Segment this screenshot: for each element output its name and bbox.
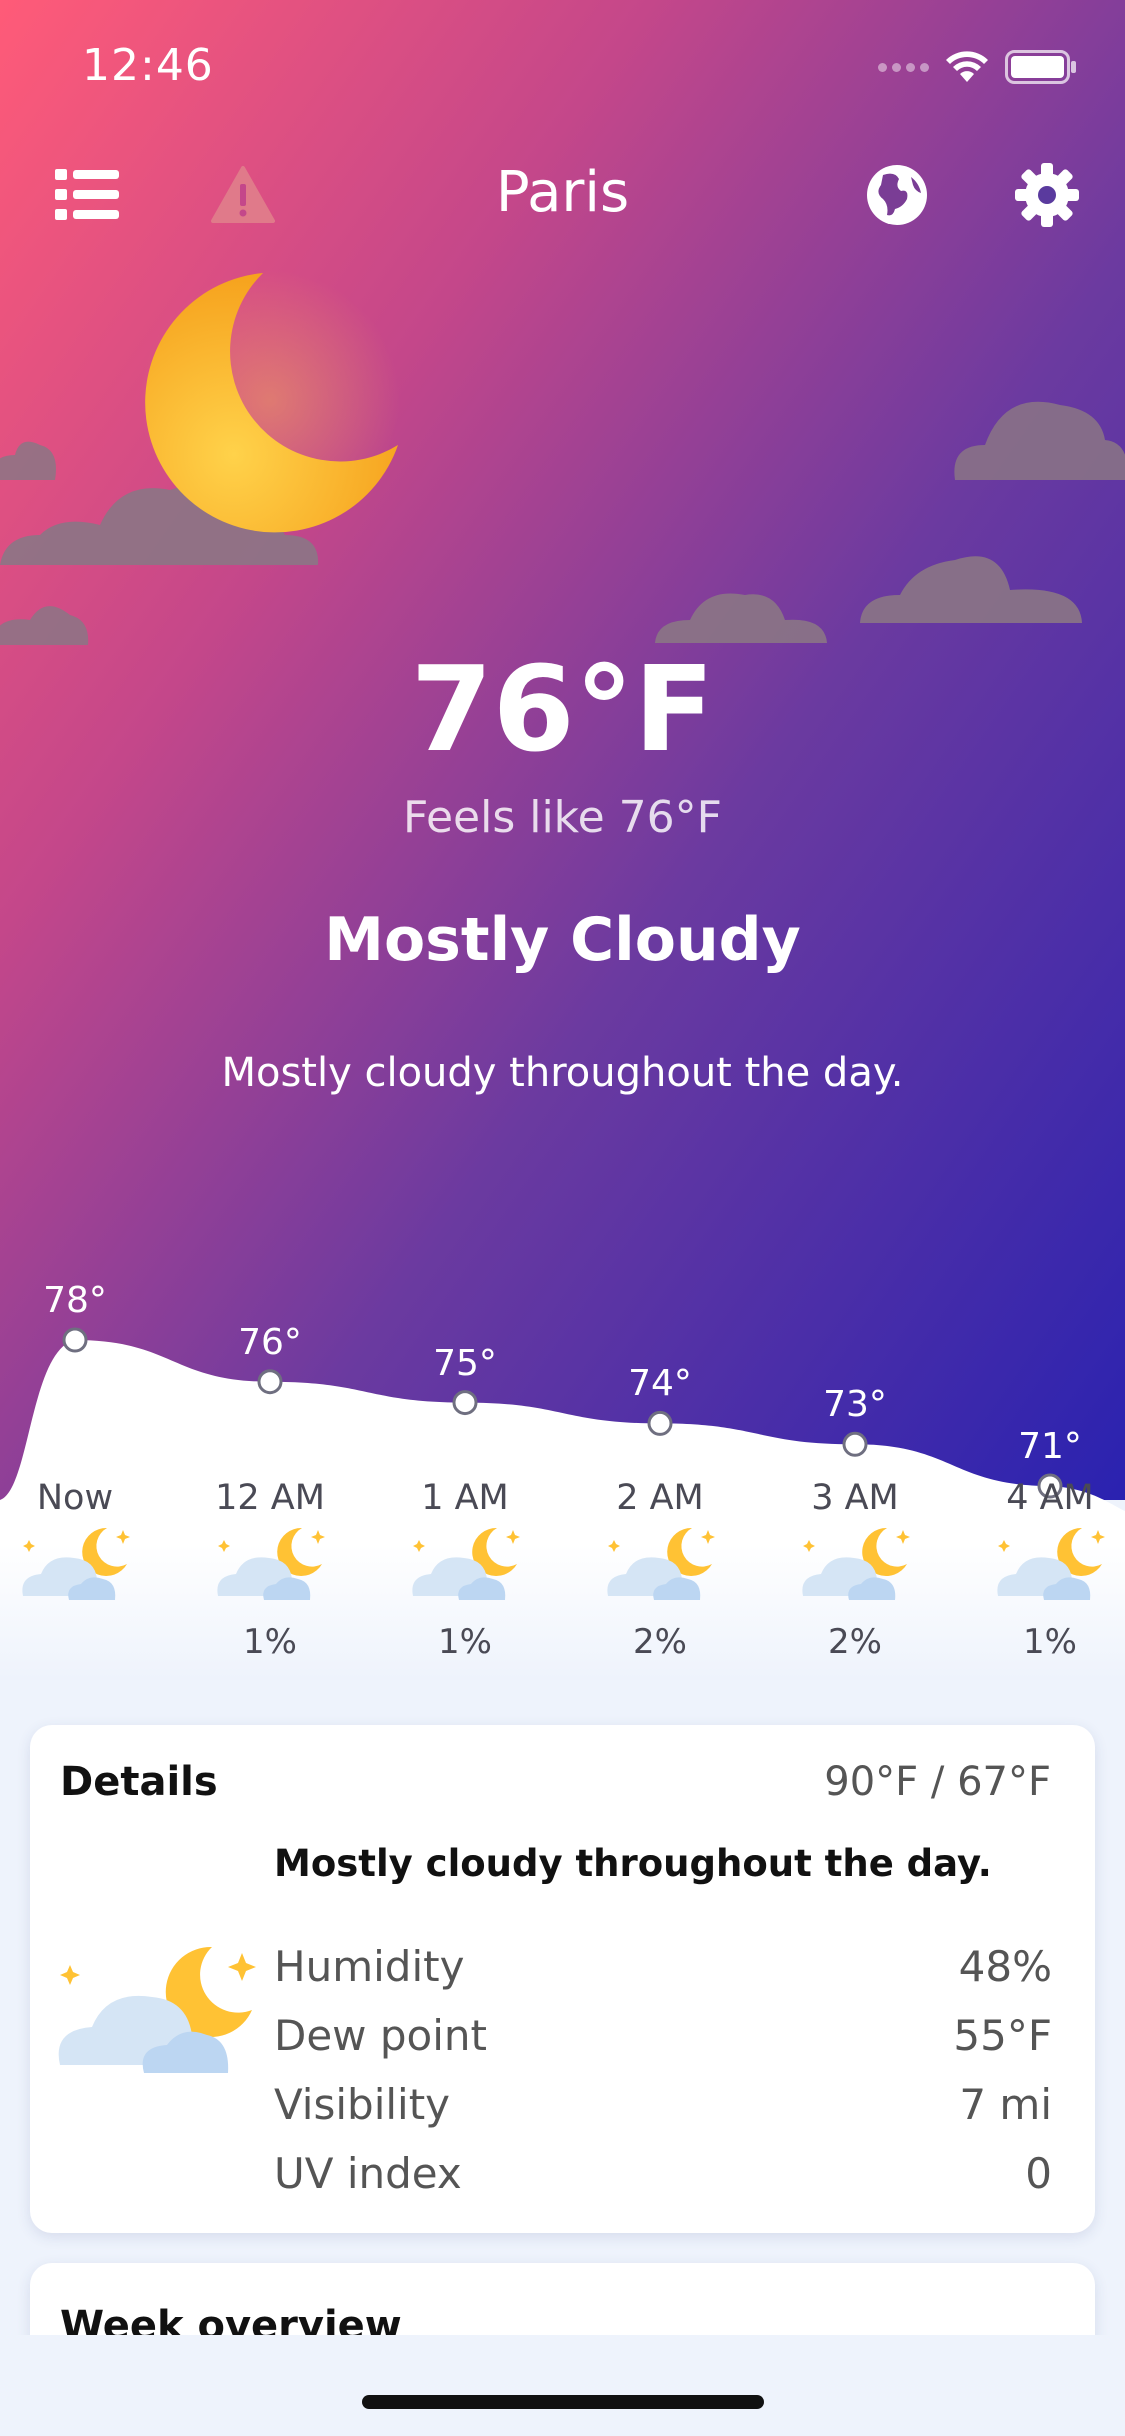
details-card[interactable]: Details 90°F / 67°F Mostly cloudy throug… [30,1725,1095,2233]
precipitation-chance: 1% [243,1622,297,1662]
partly-cloudy-night-icon [760,1524,950,1606]
hourly-temp-point [257,1369,283,1395]
detail-row-uv-index: UV index 0 [274,2149,1052,2198]
hourly-temp-label: 75° [433,1342,497,1384]
details-title: Details [60,1759,218,1805]
current-temperature: 76°F [410,640,715,778]
detail-value: 48% [958,1942,1052,1991]
current-condition: Mostly Cloudy [324,905,801,975]
globe-button[interactable] [862,160,932,230]
settings-button[interactable] [1012,160,1082,230]
globe-icon [867,165,927,225]
hourly-item[interactable]: 1 AM 1% [370,1478,560,1662]
partly-cloudy-night-icon [0,1524,170,1606]
home-indicator[interactable] [362,2395,764,2409]
detail-row-dew-point: Dew point 55°F [274,2011,1052,2060]
detail-label: Humidity [274,1942,465,1991]
hourly-temp-label: 73° [823,1384,887,1426]
weather-screen: 12:46 Paris 76°F Feels like 76°F Mostly … [0,0,1125,2436]
hourly-temp-label: 74° [628,1363,692,1405]
detail-label: UV index [274,2149,462,2198]
detail-label: Dew point [274,2011,487,2060]
cloud-decoration [655,593,827,643]
hourly-item[interactable]: 3 AM 2% [760,1478,950,1662]
hourly-time: 4 AM [1006,1478,1094,1518]
current-summary: Mostly cloudy throughout the day. [221,1050,904,1096]
precipitation-chance: 1% [438,1622,492,1662]
hourly-time: 1 AM [421,1478,509,1518]
hourly-temp-point [647,1410,673,1436]
city-title[interactable]: Paris [0,160,1125,225]
hourly-temp-point [62,1327,88,1353]
moon-icon [140,270,400,533]
detail-row-humidity: Humidity 48% [274,1942,1052,1991]
feels-like: Feels like 76°F [403,792,722,843]
hourly-temp-label: 76° [238,1321,302,1363]
hourly-item[interactable]: 12 AM 1% [175,1478,365,1662]
cloud-decoration [954,401,1125,480]
signal-icon [878,62,929,72]
hourly-temp-point [842,1431,868,1457]
precipitation-chance: 1% [1023,1622,1077,1662]
detail-value: 55°F [953,2011,1052,2060]
partly-cloudy-night-icon [175,1524,365,1606]
gear-icon [1015,163,1079,227]
hourly-temp-label: 78° [43,1280,107,1321]
details-summary: Mostly cloudy throughout the day. [274,1842,992,1885]
hourly-temp-point [452,1390,478,1416]
precipitation-chance: 2% [828,1622,882,1662]
hourly-time: Now [36,1478,114,1518]
hourly-time: 3 AM [811,1478,899,1518]
battery-icon [1005,50,1076,84]
hourly-time: 2 AM [616,1478,704,1518]
precipitation-chance: 2% [633,1622,687,1662]
detail-value: 7 mi [959,2080,1052,2129]
bottom-bar [0,2335,1125,2436]
partly-cloudy-night-icon [58,1946,256,2073]
wifi-icon [946,51,988,82]
detail-label: Visibility [274,2080,451,2129]
hourly-time: 12 AM [215,1478,325,1518]
cloud-decoration [0,606,89,645]
detail-row-visibility: Visibility 7 mi [274,2080,1052,2129]
hourly-item[interactable]: 2 AM 2% [565,1478,755,1662]
status-icons [878,50,1077,84]
partly-cloudy-night-icon [370,1524,560,1606]
high-low-range: 90°F / 67°F [824,1759,1051,1805]
status-time: 12:46 [82,40,214,91]
partly-cloudy-night-icon [955,1524,1125,1606]
hourly-item[interactable]: Now [0,1478,170,1622]
detail-value: 0 [1025,2149,1052,2198]
hourly-temp-label: 71° [1018,1426,1082,1467]
cloud-decoration [860,556,1082,623]
hourly-item[interactable]: 4 AM 1% [955,1478,1125,1662]
partly-cloudy-night-icon [565,1524,755,1606]
